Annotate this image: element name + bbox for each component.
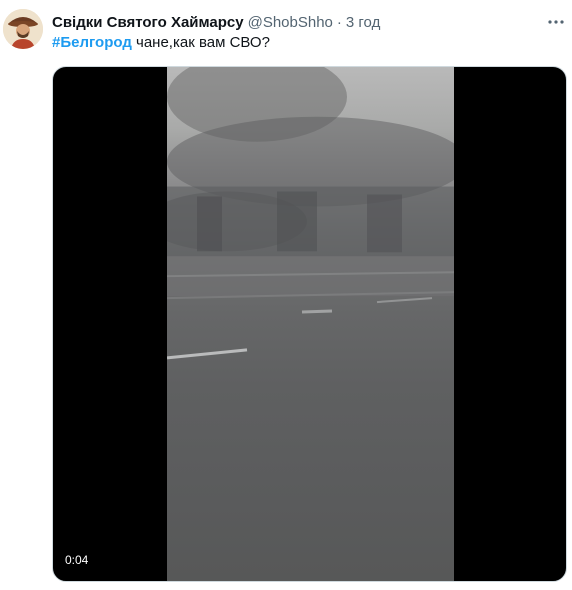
author-handle[interactable]: @ShobShho — [248, 14, 333, 31]
tweet: Свідки Святого Хаймарсу @ShobShho · 3 го… — [0, 0, 572, 590]
tweet-timestamp[interactable]: 3 год — [346, 14, 380, 31]
separator-dot: · — [336, 13, 342, 31]
video-thumbnail-scene — [167, 67, 454, 360]
more-options-button[interactable] — [545, 12, 567, 32]
video-frame — [167, 67, 454, 581]
more-horizontal-icon — [548, 20, 564, 24]
video-duration: 0:04 — [65, 553, 89, 567]
author-display-name[interactable]: Свідки Святого Хаймарсу — [52, 14, 244, 31]
video-player[interactable]: 0:04 — [52, 66, 567, 582]
tweet-body-text: чане,как вам СВО? — [131, 34, 270, 51]
avatar-image — [3, 9, 43, 49]
tweet-text: #Белгород чане,как вам СВО? — [52, 34, 270, 51]
avatar[interactable] — [3, 9, 43, 49]
tweet-header: Свідки Святого Хаймарсу @ShobShho · 3 го… — [52, 12, 380, 32]
hashtag-link[interactable]: #Белгород — [52, 34, 132, 51]
